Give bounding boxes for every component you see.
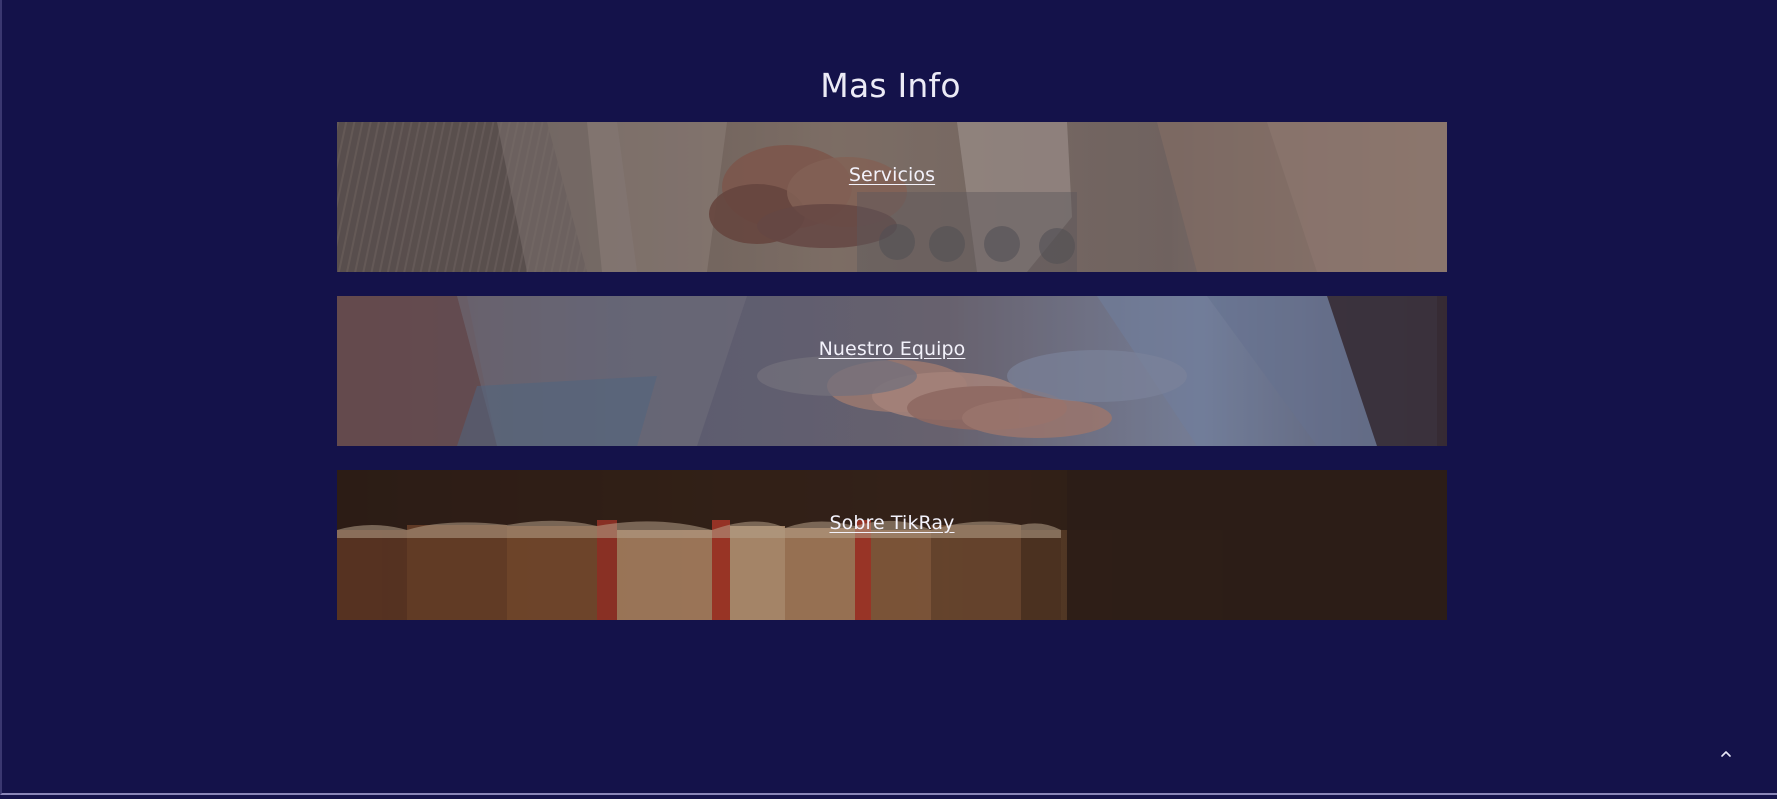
nuestro-equipo-banner[interactable]: Nuestro Equipo [337, 296, 1447, 446]
handshake-photo [337, 122, 1447, 272]
servicios-banner[interactable]: Servicios [337, 122, 1447, 272]
books-photo [337, 470, 1447, 620]
sobre-tikray-link[interactable]: Sobre TikRay [337, 512, 1447, 534]
page-frame: Mas Info Servicios Nuestro Equipo Sobre … [0, 0, 1777, 795]
section-title: Mas Info [820, 66, 961, 105]
chevron-up-icon [1721, 751, 1731, 757]
sobre-tikray-banner[interactable]: Sobre TikRay [337, 470, 1447, 620]
scroll-to-top-button[interactable] [1712, 740, 1740, 768]
team-hands-photo [337, 296, 1447, 446]
servicios-link[interactable]: Servicios [337, 164, 1447, 186]
nuestro-equipo-link[interactable]: Nuestro Equipo [337, 338, 1447, 360]
